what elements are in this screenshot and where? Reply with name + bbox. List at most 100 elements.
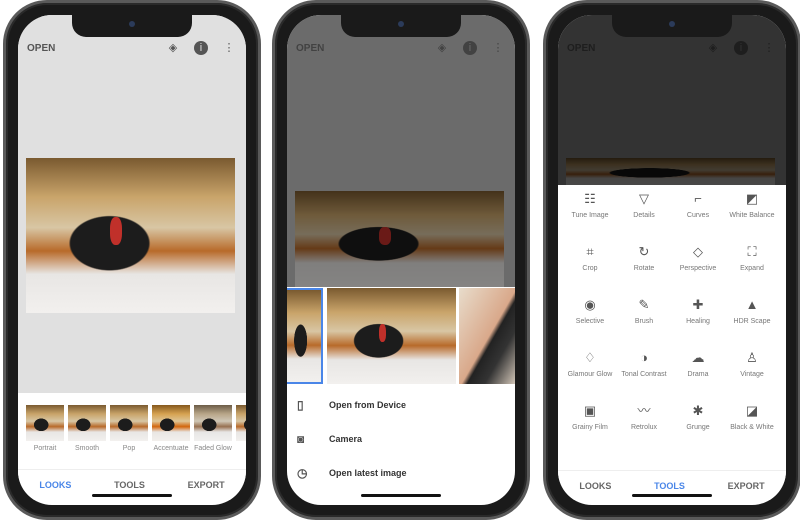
home-indicator — [632, 494, 712, 497]
tool-perspective[interactable]: ◇ Perspective — [670, 244, 726, 273]
tab-tools[interactable]: TOOLS — [654, 481, 685, 491]
retrolux-icon: 〰 — [637, 403, 651, 418]
tool-details[interactable]: ▽ Details — [616, 191, 672, 220]
tool-label: Perspective — [679, 265, 717, 272]
layers-icon[interactable]: ◈ — [166, 41, 180, 55]
screen: OPEN ◈ i ⋮ ☷ Tune Image ▽ Details ⌐ Curves ◩ Wh… — [558, 15, 786, 505]
layers-icon[interactable]: ◈ — [706, 41, 720, 55]
look-portrait[interactable]: Portrait — [26, 405, 64, 452]
tool-drama[interactable]: ☁ Drama — [670, 350, 726, 379]
more-vert-icon[interactable]: ⋮ — [491, 41, 505, 55]
white-balance-icon: ◩ — [745, 191, 759, 206]
looks-strip: Portrait Smooth Pop Accentuate Faded Glo… — [18, 393, 246, 470]
look-label: Portrait — [33, 445, 57, 452]
drama-icon: ☁ — [691, 350, 705, 365]
tool-label: Retrolux — [630, 424, 658, 431]
item-label: Open latest image — [329, 468, 407, 478]
tool-label: Vintage — [740, 371, 764, 378]
look-label: Smooth — [74, 445, 100, 452]
tab-looks[interactable]: LOOKS — [39, 480, 71, 490]
recent-image[interactable] — [459, 288, 515, 384]
home-indicator — [92, 494, 172, 497]
tool-vintage[interactable]: ♙ Vintage — [724, 350, 780, 379]
tool-label: Black & White — [730, 424, 774, 431]
tool-label: Tonal Contrast — [621, 371, 667, 378]
tool-brush[interactable]: ✎ Brush — [616, 297, 672, 326]
tool-label: Rotate — [633, 265, 655, 272]
tool-rotate[interactable]: ↻ Rotate — [616, 244, 672, 273]
camera-icon: ◙ — [297, 432, 305, 446]
phone-looks: OPEN ◈ i ⋮ Portrait Smooth Pop Accentuat… — [3, 0, 261, 520]
camera-dot — [398, 21, 404, 27]
tool-healing[interactable]: ✚ Healing — [670, 297, 726, 326]
tool-label: Healing — [686, 318, 710, 325]
tool-hdr-scape[interactable]: ▲ HDR Scape — [724, 297, 780, 326]
open-button[interactable]: OPEN — [567, 43, 595, 54]
recent-image-selected[interactable] — [287, 288, 323, 384]
tool-label: HDR Scape — [733, 318, 771, 325]
photo — [295, 191, 504, 287]
grainy-film-icon: ▣ — [583, 403, 597, 418]
header: OPEN ◈ i ⋮ — [287, 37, 515, 61]
header: OPEN ◈ i ⋮ — [18, 37, 246, 61]
tool-grunge[interactable]: ✱ Grunge — [670, 403, 726, 432]
tool-label: Drama — [687, 371, 709, 378]
tool-tonal-contrast[interactable]: ◑ Tonal Contrast — [616, 350, 672, 379]
layers-icon[interactable]: ◈ — [435, 41, 449, 55]
tool-black-white[interactable]: ◪ Black & White — [724, 403, 780, 432]
look-pop[interactable]: Pop — [110, 405, 148, 452]
open-button[interactable]: OPEN — [296, 43, 324, 54]
brush-icon: ✎ — [638, 297, 650, 312]
grunge-icon: ✱ — [692, 403, 704, 418]
tool-white-balance[interactable]: ◩ White Balance — [724, 191, 780, 220]
tool-retrolux[interactable]: 〰 Retrolux — [616, 403, 672, 432]
look-accentuate[interactable]: Accentuate — [152, 405, 190, 452]
curves-icon: ⌐ — [694, 191, 702, 206]
tab-export[interactable]: EXPORT — [728, 481, 765, 491]
tool-selective[interactable]: ◉ Selective — [562, 297, 618, 326]
perspective-icon: ◇ — [693, 244, 703, 259]
info-icon[interactable]: i — [734, 41, 748, 55]
tab-looks[interactable]: LOOKS — [579, 481, 611, 491]
tool-label: Grunge — [686, 424, 710, 431]
tool-label: Selective — [575, 318, 605, 325]
tool-curves[interactable]: ⌐ Curves — [670, 191, 726, 220]
tool-tune[interactable]: ☷ Tune Image — [562, 191, 618, 220]
item-label: Open from Device — [329, 400, 407, 410]
tools-sheet: ☷ Tune Image ▽ Details ⌐ Curves ◩ White Balance… — [558, 185, 786, 470]
crop-icon: ⌗ — [586, 244, 594, 259]
more-vert-icon[interactable]: ⋮ — [222, 41, 236, 55]
healing-icon: ✚ — [692, 297, 704, 312]
tool-grainy-film[interactable]: ▣ Grainy Film — [562, 403, 618, 432]
selective-icon: ◉ — [584, 297, 596, 312]
tool-glamour-glow[interactable]: ♢ Glamour Glow — [562, 350, 618, 379]
look-label: Faded Glow — [194, 445, 232, 452]
tab-export[interactable]: EXPORT — [188, 480, 225, 490]
clock-icon: ◷ — [297, 466, 308, 480]
phone-icon: ▯ — [297, 398, 304, 412]
look-smooth[interactable]: Smooth — [68, 405, 106, 452]
look-label: Pop — [122, 445, 136, 452]
more-vert-icon[interactable]: ⋮ — [762, 41, 776, 55]
look-label: Accentuate — [153, 445, 189, 452]
tune-icon: ☷ — [584, 191, 596, 206]
tool-expand[interactable]: ⛶ Expand — [724, 244, 780, 273]
tool-crop[interactable]: ⌗ Crop — [562, 244, 618, 273]
tool-label: Expand — [740, 265, 764, 272]
open-latest-image-item[interactable]: ◷ Open latest image — [287, 458, 515, 488]
tonal-contrast-icon: ◑ — [640, 350, 648, 365]
tool-label: Grainy Film — [572, 424, 608, 431]
info-icon[interactable]: i — [463, 41, 477, 55]
camera-item[interactable]: ◙ Camera — [287, 424, 515, 454]
look-faded-glow[interactable]: Faded Glow — [194, 405, 232, 452]
open-from-device-item[interactable]: ▯ Open from Device — [287, 390, 515, 420]
expand-icon: ⛶ — [747, 244, 757, 259]
look-more[interactable]: M — [236, 405, 246, 452]
open-button[interactable]: OPEN — [27, 43, 55, 54]
recent-image[interactable] — [327, 288, 456, 384]
info-icon[interactable]: i — [194, 41, 208, 55]
details-icon: ▽ — [639, 191, 649, 206]
tool-label: Tune Image — [571, 212, 609, 219]
tab-tools[interactable]: TOOLS — [114, 480, 145, 490]
item-label: Camera — [329, 434, 363, 444]
